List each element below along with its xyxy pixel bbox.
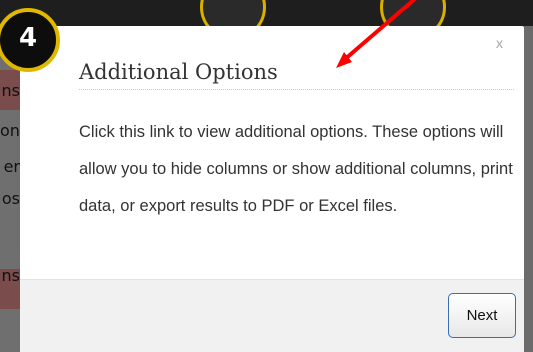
background-sidebar-text: er xyxy=(3,157,20,176)
background-sidebar-text: ns xyxy=(1,81,20,100)
next-button[interactable]: Next xyxy=(448,293,516,338)
background-sidebar-text: os xyxy=(1,189,20,208)
tooltip-title: Additional Options xyxy=(79,60,278,84)
background-right-edge xyxy=(524,26,533,352)
background-sidebar-text: ns xyxy=(1,266,20,285)
background-sidebar-text: ont xyxy=(0,121,20,140)
close-icon[interactable]: x xyxy=(496,35,503,51)
title-divider xyxy=(79,89,514,90)
tooltip-description: Click this link to view additional optio… xyxy=(79,123,513,215)
background-sidebar: ns ont er os ns xyxy=(0,26,20,352)
background-toolbar xyxy=(0,0,533,40)
